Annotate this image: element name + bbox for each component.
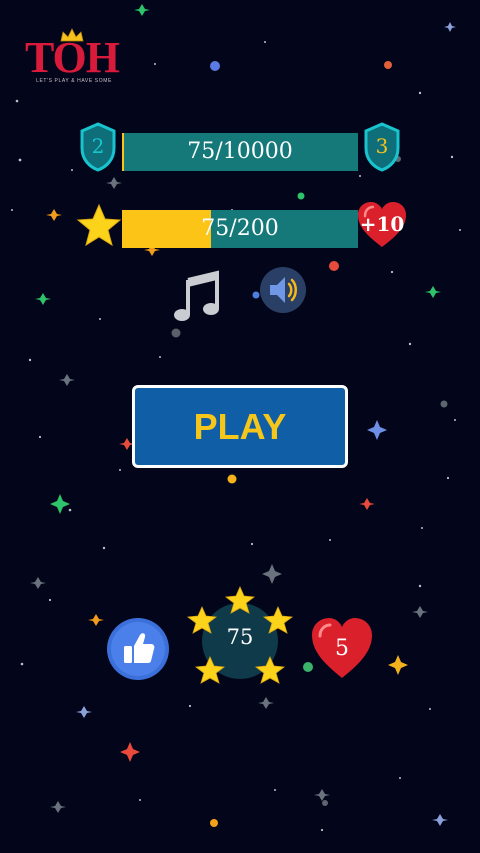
game-logo: TOH LET'S PLAY & HAVE SOME <box>22 28 122 90</box>
level-progress-text: 75/10000 <box>187 139 293 164</box>
current-level-number: 2 <box>91 134 105 158</box>
next-level-number: 3 <box>375 134 389 158</box>
star-progress-bar: 75/200 <box>122 210 358 248</box>
thumbs-up-icon <box>107 618 169 680</box>
music-toggle-button[interactable] <box>172 270 222 322</box>
next-level-badge: 3 <box>364 122 400 172</box>
speaker-icon <box>260 267 306 313</box>
star-icon <box>76 203 122 247</box>
level-progress-bar: 75/10000 <box>122 133 358 171</box>
heart-bonus-label: +10 <box>359 212 405 236</box>
music-note-icon <box>174 270 219 321</box>
logo-tagline: LET'S PLAY & HAVE SOME <box>36 78 112 84</box>
heart-bonus-badge: +10 <box>356 200 408 250</box>
star-total-display: 75 <box>184 585 296 689</box>
sound-toggle-button[interactable] <box>259 266 307 314</box>
like-button[interactable] <box>106 617 170 681</box>
logo-title: TOH <box>24 33 120 82</box>
star-total-value: 75 <box>226 625 254 649</box>
star-progress-text: 75/200 <box>201 216 279 241</box>
current-level-badge: 2 <box>80 122 116 172</box>
play-button[interactable]: PLAY <box>132 385 348 468</box>
lives-count: 5 <box>335 636 349 661</box>
